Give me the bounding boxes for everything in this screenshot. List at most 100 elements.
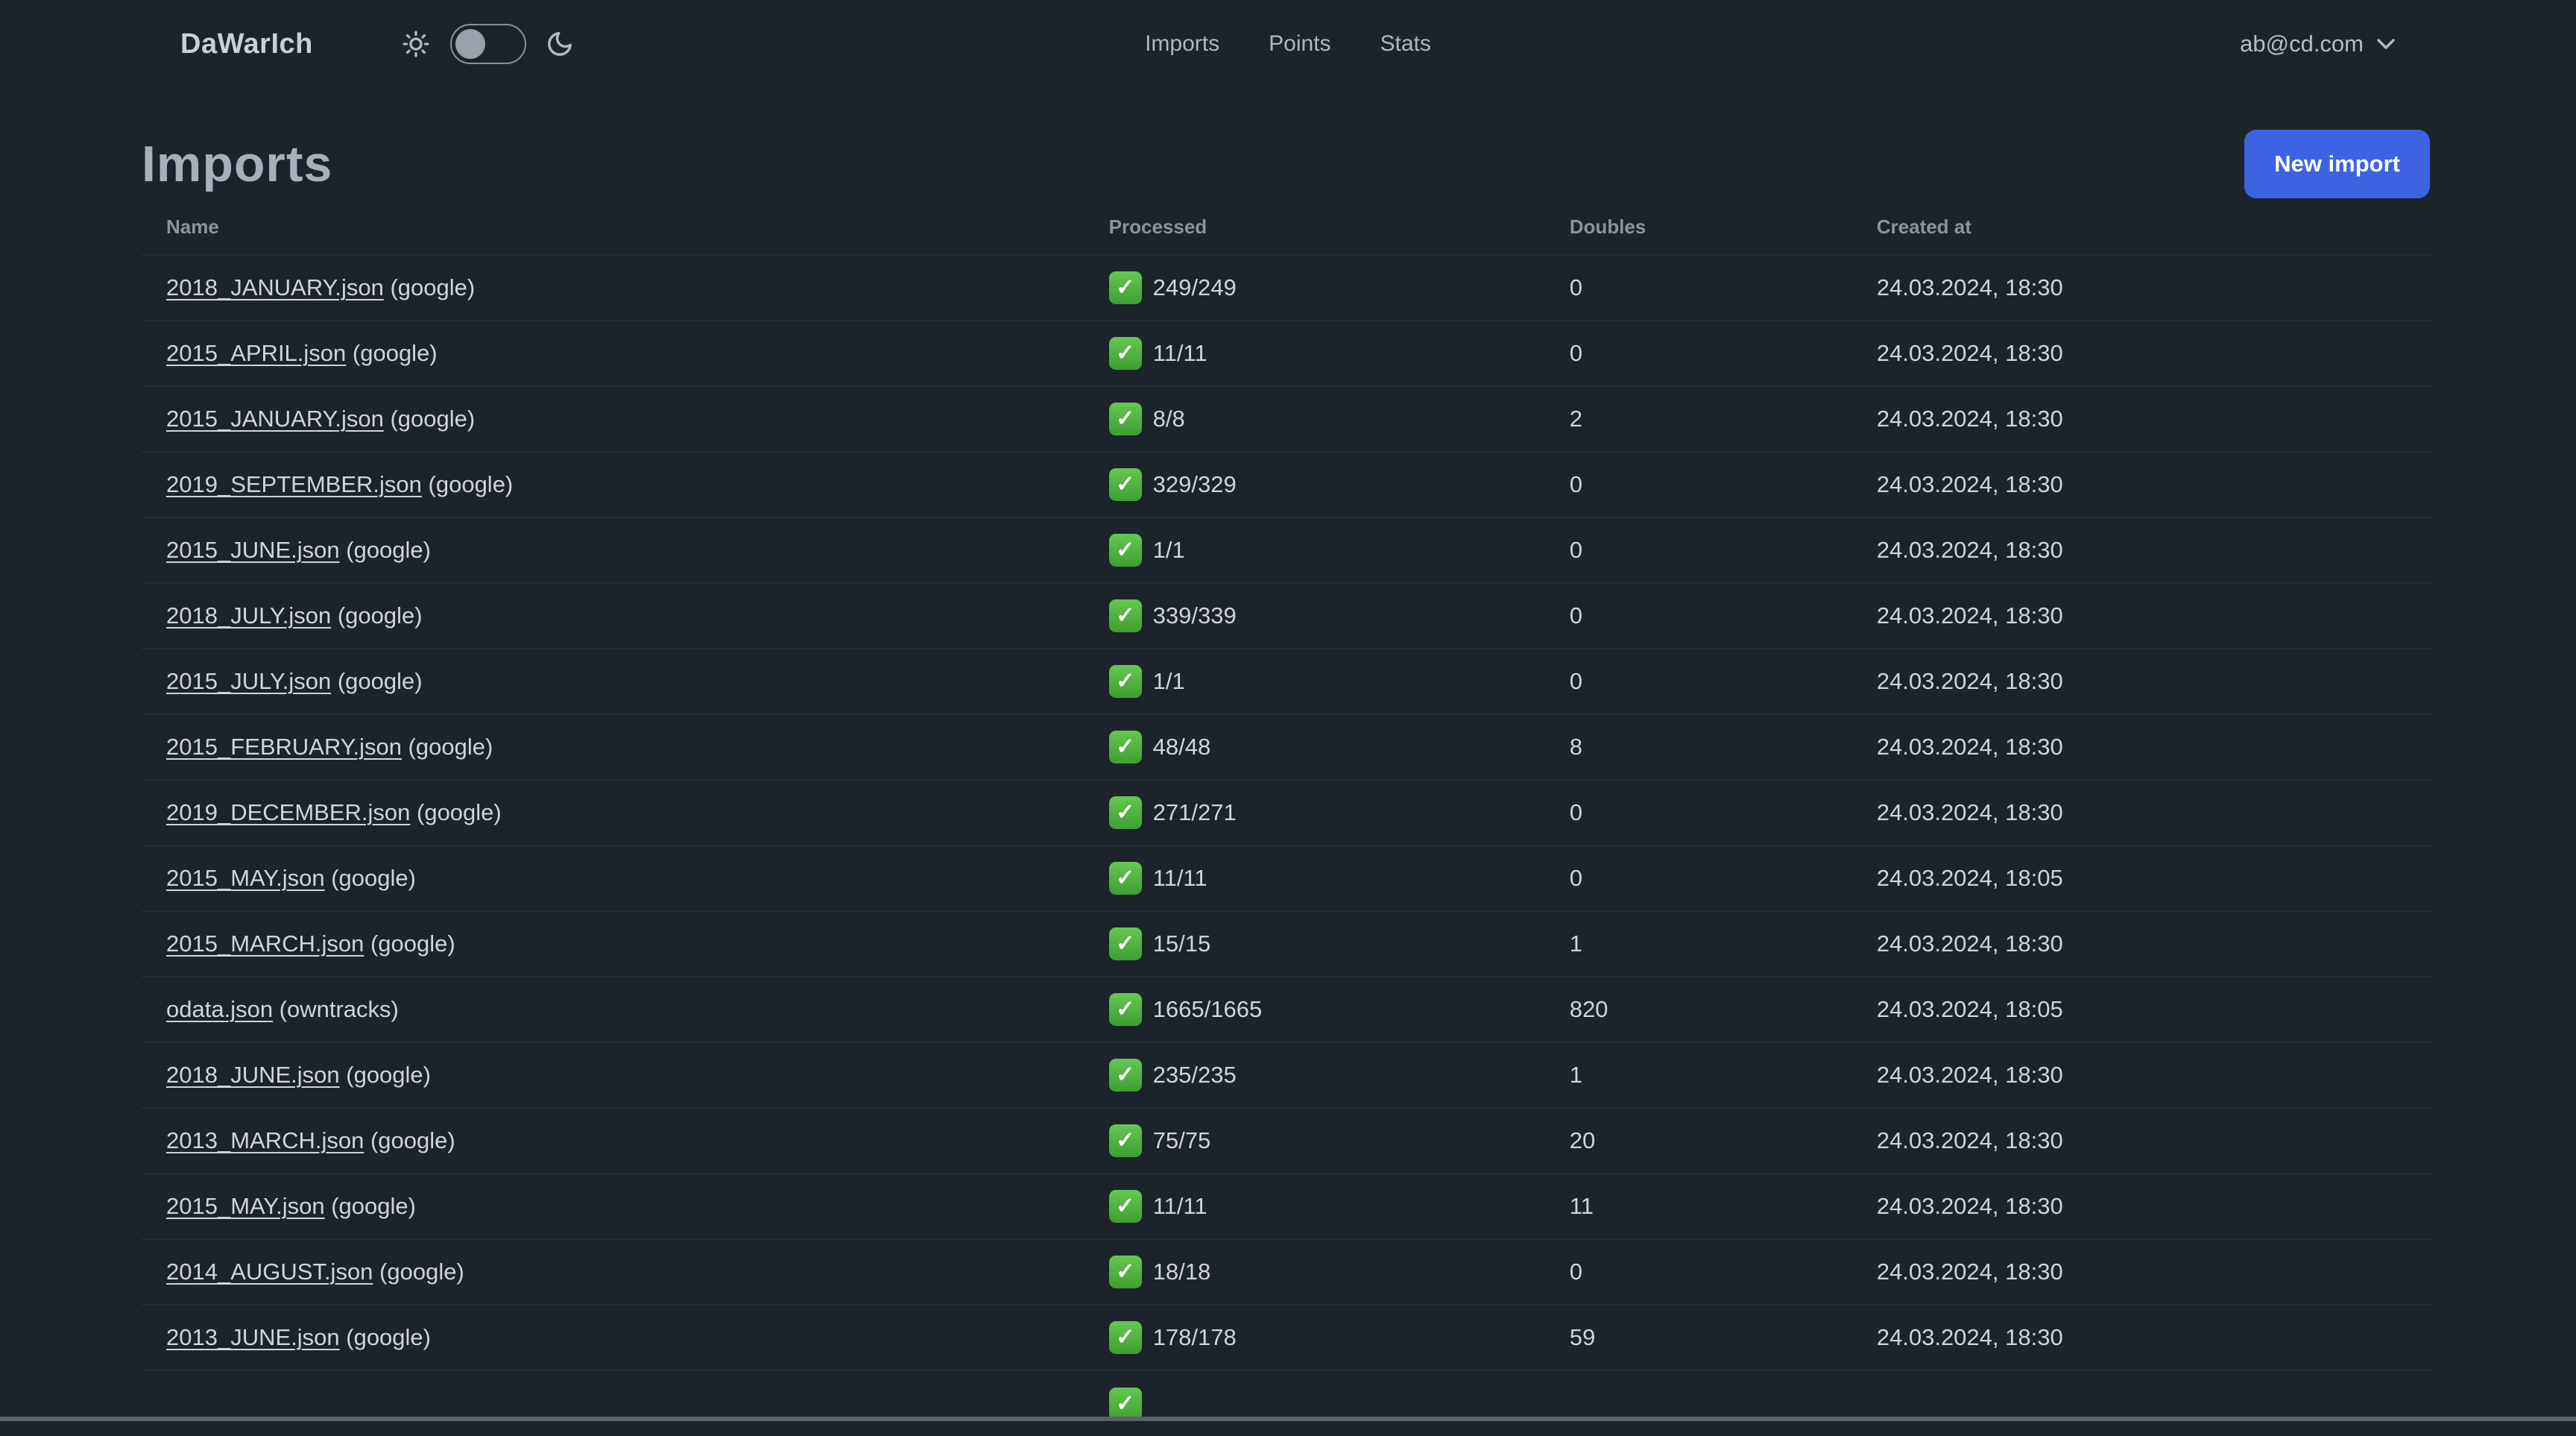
import-source-label: (google): [410, 799, 502, 825]
doubles-count: 0: [1569, 517, 1877, 583]
processed-count: 249/249: [1152, 274, 1237, 300]
nav-item-imports[interactable]: Imports: [1145, 31, 1219, 57]
import-source-label: (google): [331, 668, 423, 694]
table-header-row: Name Processed Doubles Created at: [142, 198, 2434, 255]
import-file-link[interactable]: 2018_JUNE.json: [166, 1062, 340, 1088]
success-check-icon: ✓: [1108, 403, 1142, 435]
import-file-link[interactable]: 2015_MAY.json: [166, 1193, 325, 1219]
success-check-icon: ✓: [1108, 928, 1142, 960]
column-header-processed: Processed: [1108, 215, 1208, 238]
theme-switcher: [401, 24, 574, 64]
import-file-link[interactable]: 2015_JANUARY.json: [166, 406, 384, 432]
doubles-count: 0: [1569, 582, 1877, 649]
doubles-count: 0: [1569, 779, 1877, 845]
import-source-label: (google): [324, 865, 416, 891]
import-file-link[interactable]: 2014_AUGUST.json: [166, 1259, 373, 1285]
created-at: 24.03.2024, 18:05: [1876, 845, 2434, 911]
import-file-link[interactable]: 2018_JULY.json: [166, 602, 331, 629]
import-source-label: (owntracks): [273, 996, 399, 1022]
import-file-link[interactable]: 2013_MARCH.json: [166, 1127, 364, 1153]
table-row: 2015_JANUARY.json (google) ✓ 8/8 2 24.03…: [142, 385, 2434, 452]
table-row: ✓: [142, 1370, 2434, 1436]
created-at: 24.03.2024, 18:30: [1876, 910, 2434, 977]
created-at: 24.03.2024, 18:05: [1876, 976, 2434, 1042]
import-file-link[interactable]: 2015_APRIL.json: [166, 340, 346, 366]
created-at: 24.03.2024, 18:30: [1876, 517, 2434, 583]
import-source-label: (google): [339, 1324, 431, 1350]
import-source-label: (google): [373, 1259, 464, 1285]
processed-count: 75/75: [1152, 1127, 1211, 1153]
table-row: 2015_JUNE.json (google) ✓ 1/1 0 24.03.20…: [142, 517, 2434, 583]
created-at: 24.03.2024, 18:30: [1876, 1238, 2434, 1305]
success-check-icon: ✓: [1108, 796, 1142, 829]
success-check-icon: ✓: [1108, 599, 1142, 632]
processed-count: 11/11: [1152, 1193, 1208, 1219]
table-row: 2015_MAY.json (google) ✓ 11/11 11 24.03.…: [142, 1173, 2434, 1239]
doubles-count: 1: [1569, 1042, 1877, 1108]
page-header: Imports New import: [142, 130, 2430, 198]
success-check-icon: ✓: [1108, 665, 1142, 698]
table-row: 2015_JULY.json (google) ✓ 1/1 0 24.03.20…: [142, 648, 2434, 714]
doubles-count: 1: [1569, 910, 1877, 977]
success-check-icon: ✓: [1108, 731, 1142, 763]
new-import-button[interactable]: New import: [2244, 130, 2430, 198]
column-header-created-at: Created at: [1876, 215, 1972, 238]
column-header-doubles: Doubles: [1569, 215, 1647, 238]
import-source-label: (google): [331, 602, 423, 629]
table-row: odata.json (owntracks) ✓ 1665/1665 820 2…: [142, 976, 2434, 1042]
user-menu[interactable]: ab@cd.com: [2240, 31, 2396, 57]
import-source-label: (google): [364, 1127, 455, 1153]
doubles-count: 0: [1569, 451, 1877, 517]
success-check-icon: ✓: [1108, 1256, 1142, 1288]
import-file-link[interactable]: 2015_MARCH.json: [166, 930, 364, 957]
success-check-icon: ✓: [1108, 1059, 1142, 1092]
success-check-icon: ✓: [1108, 1190, 1142, 1223]
moon-icon: [546, 30, 574, 58]
doubles-count: 11: [1569, 1173, 1877, 1239]
import-source-label: (google): [339, 537, 431, 563]
doubles-count: 8: [1569, 714, 1877, 780]
processed-count: 48/48: [1152, 734, 1211, 760]
import-file-link[interactable]: odata.json: [166, 996, 273, 1022]
import-file-link[interactable]: 2015_JULY.json: [166, 668, 331, 694]
horizontal-scrollbar[interactable]: [0, 1417, 2576, 1421]
import-file-link[interactable]: 2015_JUNE.json: [166, 537, 340, 563]
created-at: 24.03.2024, 18:30: [1876, 779, 2434, 845]
import-source-label: (google): [339, 1062, 431, 1088]
processed-count: 329/329: [1152, 471, 1237, 497]
doubles-count: 2: [1569, 385, 1877, 452]
nav-item-points[interactable]: Points: [1269, 31, 1330, 57]
table-row: 2018_JANUARY.json (google) ✓ 249/249 0 2…: [142, 254, 2434, 321]
nav-item-stats[interactable]: Stats: [1380, 31, 1431, 57]
app-logo[interactable]: DaWarIch: [180, 28, 313, 60]
import-source-label: (google): [364, 930, 455, 957]
import-source-label: (google): [383, 406, 476, 432]
processed-count: 1/1: [1152, 537, 1185, 563]
doubles-count: 0: [1569, 648, 1877, 714]
import-file-link[interactable]: 2019_DECEMBER.json: [166, 799, 410, 825]
created-at: 24.03.2024, 18:30: [1876, 451, 2434, 517]
doubles-count: 0: [1569, 1238, 1877, 1305]
created-at: 24.03.2024, 18:30: [1876, 254, 2434, 321]
table-row: 2019_SEPTEMBER.json (google) ✓ 329/329 0…: [142, 451, 2434, 517]
created-at: 24.03.2024, 18:30: [1876, 1304, 2434, 1370]
user-email: ab@cd.com: [2240, 31, 2364, 57]
processed-count: 1665/1665: [1152, 996, 1263, 1022]
processed-count: 271/271: [1152, 799, 1237, 825]
import-file-link[interactable]: 2015_MAY.json: [166, 865, 325, 891]
processed-count: 11/11: [1152, 865, 1208, 891]
theme-toggle[interactable]: [449, 24, 526, 64]
created-at: 24.03.2024, 18:30: [1876, 1107, 2434, 1174]
table-row: 2019_DECEMBER.json (google) ✓ 271/271 0 …: [142, 779, 2434, 845]
doubles-count: 0: [1569, 320, 1877, 386]
import-file-link[interactable]: 2013_JUNE.json: [166, 1324, 340, 1350]
doubles-count: 0: [1569, 845, 1877, 911]
success-check-icon: ✓: [1108, 534, 1142, 567]
table-row: 2015_APRIL.json (google) ✓ 11/11 0 24.03…: [142, 320, 2434, 386]
import-file-link[interactable]: 2015_FEBRUARY.json: [166, 734, 402, 760]
created-at: 24.03.2024, 18:30: [1876, 582, 2434, 649]
import-file-link[interactable]: 2018_JANUARY.json: [166, 274, 384, 300]
import-file-link[interactable]: 2019_SEPTEMBER.json: [166, 471, 422, 497]
table-row: 2015_MARCH.json (google) ✓ 15/15 1 24.03…: [142, 910, 2434, 977]
table-row: 2013_JUNE.json (google) ✓ 178/178 59 24.…: [142, 1304, 2434, 1370]
